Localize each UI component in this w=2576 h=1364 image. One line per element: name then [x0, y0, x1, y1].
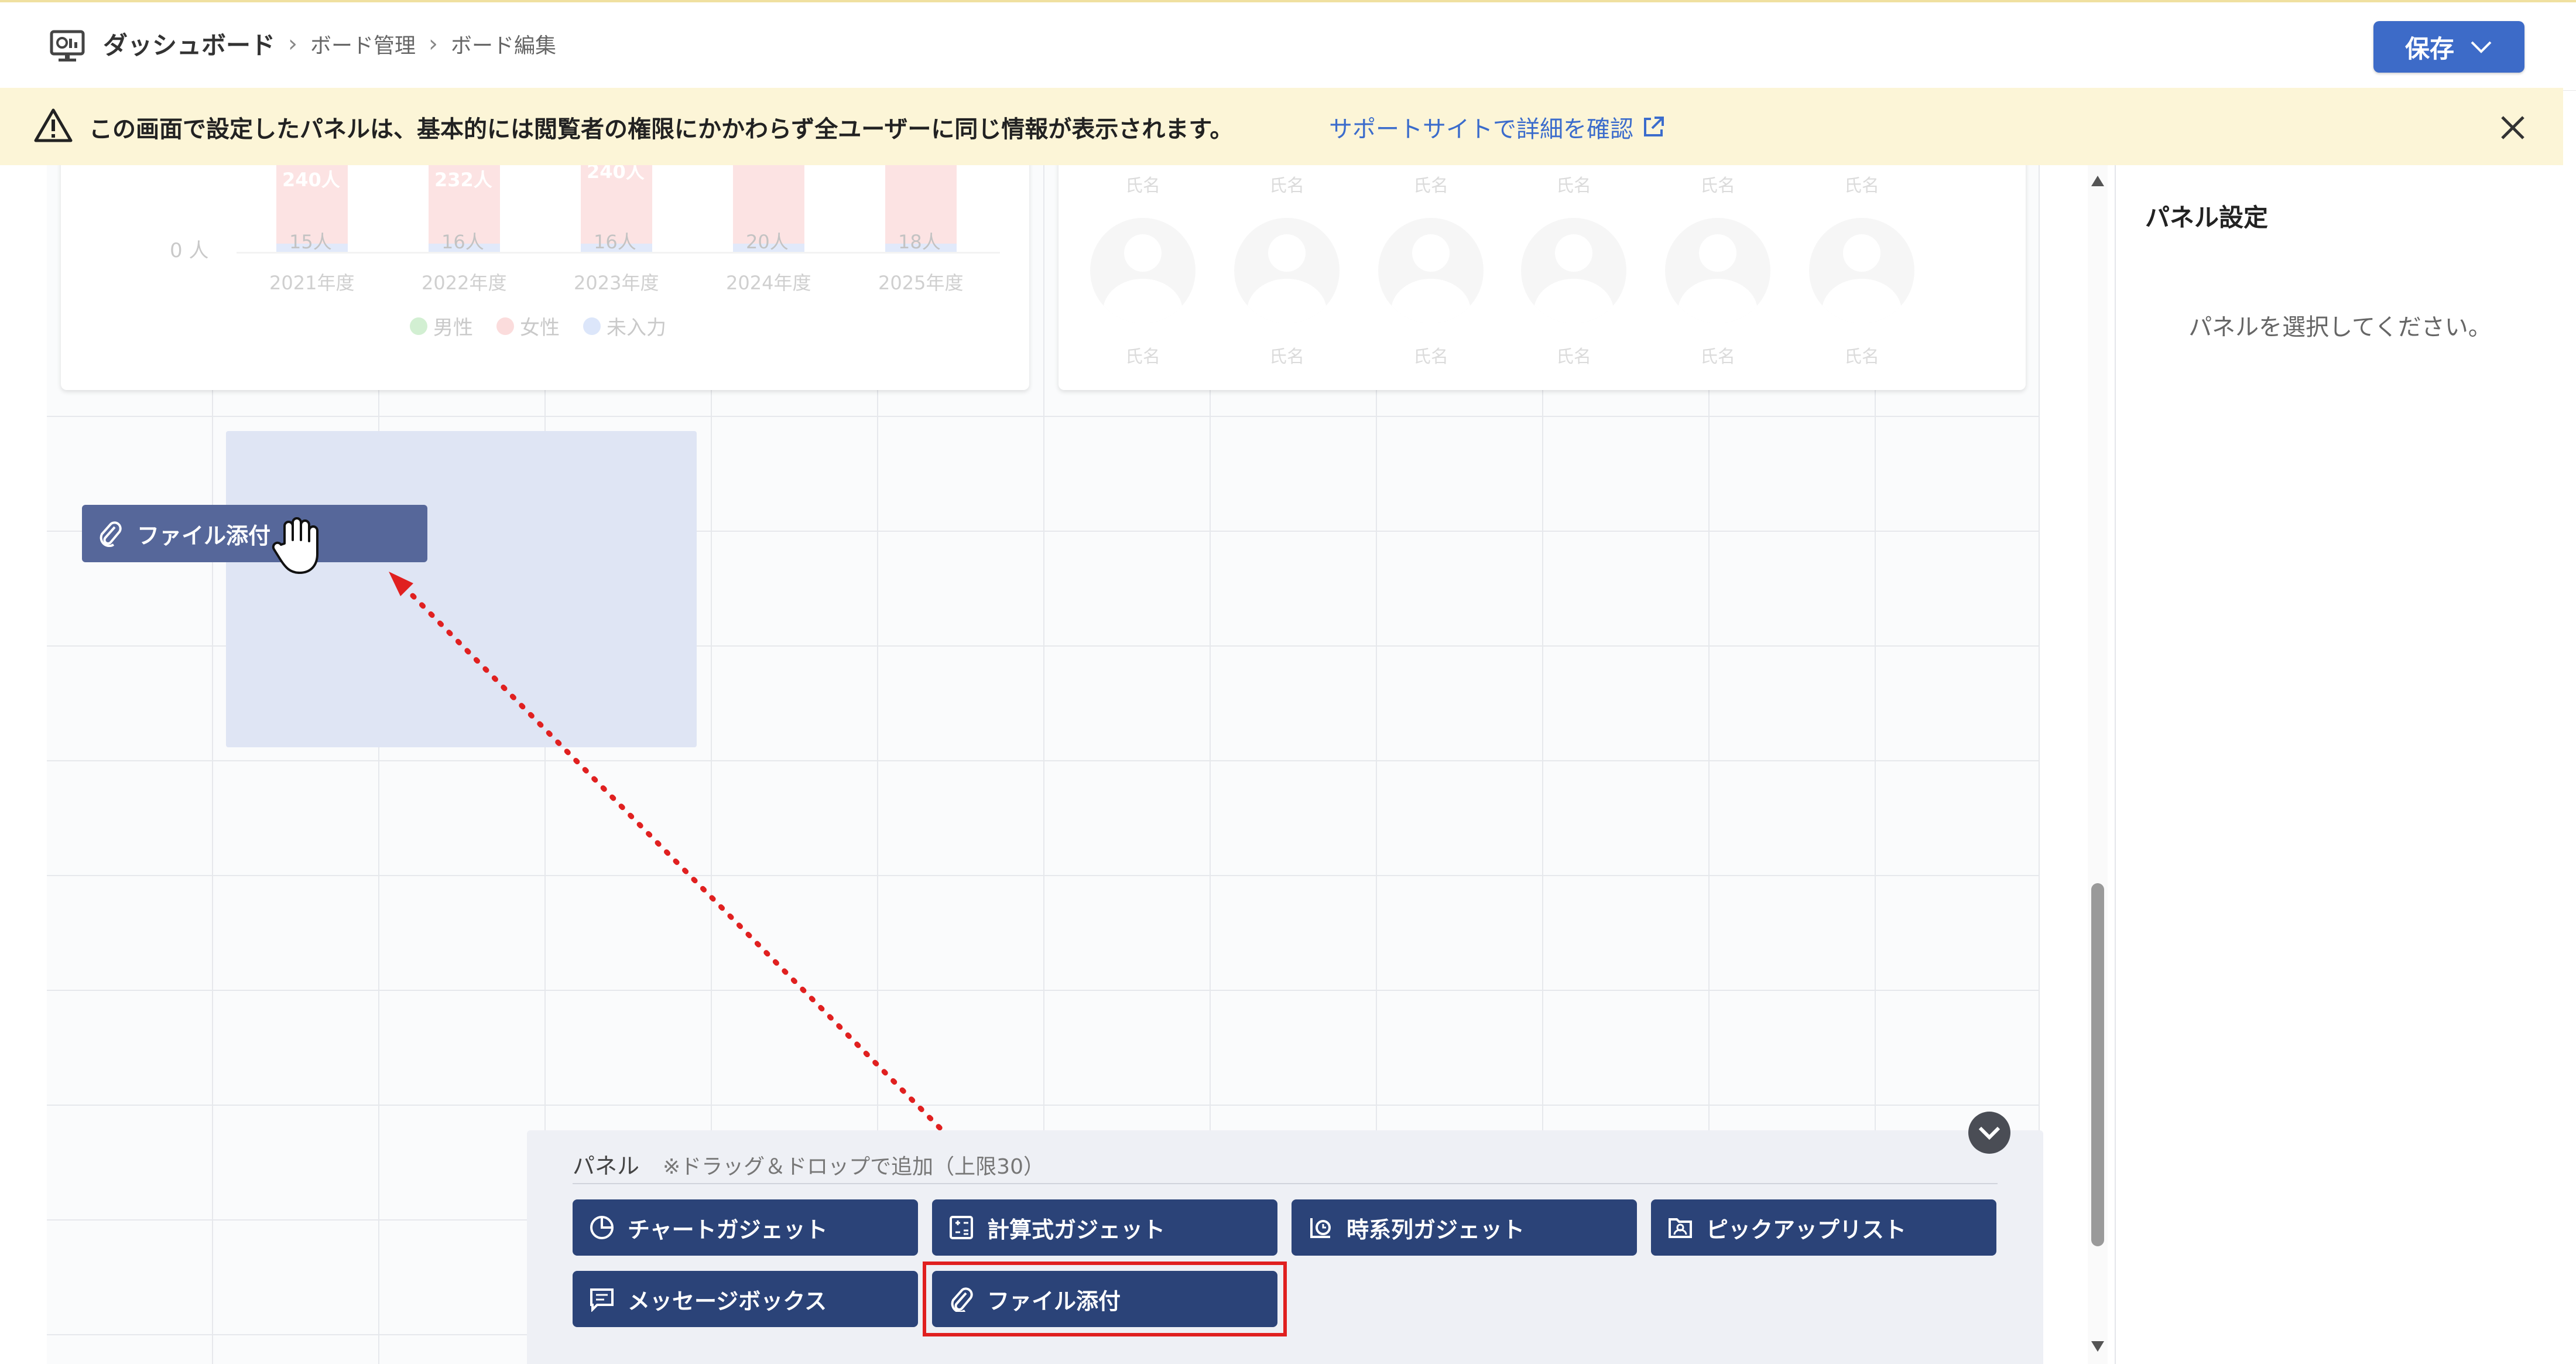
message-box-icon [590, 1288, 614, 1312]
pickup-list-button[interactable]: ピックアップリスト [1651, 1199, 1996, 1256]
button-label: チャートガジェット [628, 1216, 828, 1243]
drawer-header: パネル ※ドラッグ＆ドロップで追加（上限30） [573, 1148, 1044, 1180]
pie-chart-icon [590, 1216, 614, 1239]
drawer-title: パネル [573, 1153, 640, 1179]
drawer-hint: ※ドラッグ＆ドロップで追加（上限30） [663, 1155, 1044, 1179]
panel-settings-empty-message: パネルを選択してください。 [2188, 314, 2492, 341]
canvas-scrollbar[interactable] [2088, 165, 2108, 1364]
highlight-frame [923, 1262, 1287, 1336]
formula-gadget-button[interactable]: 計算式ガジェット [932, 1199, 1277, 1256]
message-box-button[interactable]: メッセージボックス [573, 1271, 918, 1327]
pickup-list-icon [1669, 1218, 1692, 1238]
chart-gadget-button[interactable]: チャートガジェット [573, 1199, 918, 1256]
scroll-down-arrow-icon[interactable] [2090, 1340, 2105, 1353]
collapse-chevron-icon[interactable] [1967, 1110, 2012, 1155]
button-label: メッセージボックス [628, 1288, 827, 1314]
scrollbar-thumb[interactable] [2091, 883, 2104, 1246]
scroll-up-arrow-icon[interactable] [2090, 175, 2105, 187]
calculator-icon [950, 1216, 973, 1239]
button-label: ピックアップリスト [1706, 1216, 1907, 1243]
panel-drawer: パネル ※ドラッグ＆ドロップで追加（上限30） チャートガジェット 計算式ガジェ… [527, 1112, 2043, 1364]
panel-settings-sidebar: パネル設定 パネルを選択してください。 [2115, 165, 2564, 1364]
button-label: 計算式ガジェット [987, 1216, 1166, 1243]
button-label: 時系列ガジェット [1347, 1216, 1525, 1243]
time-series-icon [1310, 1218, 1331, 1238]
panel-settings-title: パネル設定 [2145, 203, 2269, 232]
time-series-gadget-button[interactable]: 時系列ガジェット [1292, 1199, 1637, 1256]
